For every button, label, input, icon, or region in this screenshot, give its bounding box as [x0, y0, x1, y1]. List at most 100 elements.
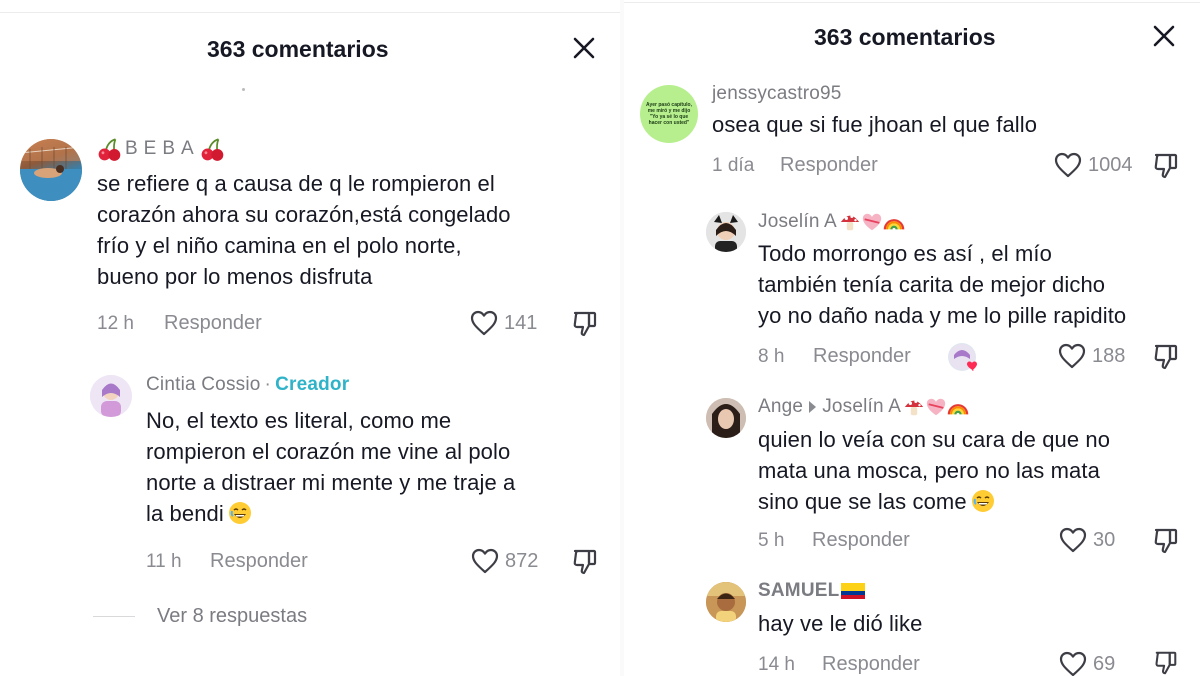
heart-icon: [1054, 152, 1082, 178]
comment-username[interactable]: jenssycastro95: [712, 83, 842, 105]
separator-dot: ·: [264, 374, 272, 395]
comment-line: también tenía carita de mejor dicho: [758, 272, 1106, 297]
comment-line: se refiere q a causa de q le rompieron e…: [97, 171, 495, 196]
comments-count-title: 363 comentarios: [207, 36, 389, 62]
comment-text: quien lo veía con su cara de que no mata…: [758, 424, 1188, 517]
reply-button[interactable]: Responder: [812, 529, 910, 552]
divider-line: [93, 616, 135, 617]
mushroom-icon: [839, 211, 861, 233]
like-count: 141: [504, 311, 538, 334]
dislike-icon[interactable]: [571, 548, 599, 576]
like-button[interactable]: 69: [1059, 651, 1115, 676]
heart-icon: [470, 310, 498, 336]
avatar-caption: Ayer pasó capítulo, me miró y me dijo "Y…: [646, 102, 692, 126]
view-replies-label: Ver 8 respuestas: [157, 605, 308, 627]
comment-time: 14 h: [758, 654, 795, 675]
comment-username[interactable]: SAMUEL: [758, 580, 865, 602]
username-text: SAMUEL: [758, 580, 840, 601]
rainbow-icon: [947, 396, 969, 418]
like-count: 1004: [1088, 153, 1133, 176]
close-icon[interactable]: [1150, 22, 1178, 50]
emoji-group: [903, 396, 969, 418]
comment-text: se refiere q a causa de q le rompieron e…: [97, 168, 607, 292]
comment-time: 8 h: [758, 346, 785, 367]
comment-line: No, el texto es literal, como me: [146, 408, 452, 433]
like-button[interactable]: 872: [471, 548, 538, 574]
dislike-icon[interactable]: [1152, 343, 1180, 371]
dislike-icon[interactable]: [1152, 650, 1180, 676]
reply-to-username: Joselín A: [822, 396, 902, 417]
comment-username[interactable]: BEBA: [97, 136, 226, 162]
like-count: 188: [1092, 344, 1126, 367]
reply-button[interactable]: Responder: [822, 653, 920, 676]
comment-text: No, el texto es literal, como me rompier…: [146, 405, 616, 529]
like-button[interactable]: 30: [1059, 527, 1115, 553]
comment-text: Todo morrongo es así , el mío también te…: [758, 238, 1188, 331]
comment-line: bueno por lo menos disfruta: [97, 264, 373, 289]
username-text: Cintia Cossio: [146, 374, 261, 395]
comments-panel-right: 363 comentarios Ayer pasó capítulo, me m…: [624, 0, 1200, 676]
emoji-group: [839, 211, 905, 233]
reply-button[interactable]: Responder: [813, 345, 911, 368]
comment-line: Todo morrongo es así , el mío: [758, 241, 1052, 266]
comment-text: hay ve le dió like: [758, 608, 1188, 639]
like-button[interactable]: 141: [470, 310, 537, 336]
creator-avatar-heart-icon: [949, 344, 977, 371]
avatar[interactable]: [20, 139, 82, 201]
comment-username[interactable]: Ange Joselín A: [758, 396, 969, 418]
comment-line: norte a distraer mi mente y me traje a: [146, 470, 516, 495]
comment-line: mata una mosca, pero no las mata: [758, 458, 1100, 483]
comment-line: hay ve le dió like: [758, 611, 923, 636]
laugh-emoji-icon: [971, 489, 995, 513]
comment-line: osea que si fue jhoan el que fallo: [712, 112, 1038, 137]
cherry-icon: [200, 136, 226, 162]
drag-indicator: [242, 88, 245, 91]
comment-text: osea que si fue jhoan el que fallo: [712, 109, 1182, 140]
comment-line: frío y el niño camina en el polo norte,: [97, 233, 462, 258]
dislike-icon[interactable]: [571, 310, 599, 338]
dislike-icon[interactable]: [1152, 152, 1180, 180]
username-text: Ange: [758, 396, 804, 417]
heart-icon: [1058, 343, 1086, 369]
creator-liked-badge: [948, 343, 977, 371]
mushroom-icon: [903, 396, 925, 418]
avatar[interactable]: Ayer pasó capítulo, me miró y me dijo "Y…: [640, 85, 698, 143]
cherry-icon: [97, 136, 123, 162]
like-button[interactable]: 188: [1058, 343, 1125, 369]
avatar[interactable]: [90, 375, 132, 417]
comment-username[interactable]: Joselín A: [758, 211, 905, 233]
reply-button[interactable]: Responder: [164, 312, 262, 335]
top-divider: [624, 2, 1200, 3]
comment-username[interactable]: Cintia Cossio · Creador: [146, 374, 349, 396]
rainbow-icon: [883, 211, 905, 233]
avatar[interactable]: [706, 398, 746, 438]
laugh-emoji-icon: [228, 501, 252, 525]
heart-ribbon-icon: [861, 211, 883, 233]
avatar[interactable]: [706, 582, 746, 622]
comment-line: corazón ahora su corazón,está congelado: [97, 202, 511, 227]
avatar[interactable]: [706, 212, 746, 252]
username-text: Joselín A: [758, 211, 837, 232]
comments-panel-left: 363 comentarios BEBA se refiere q a caus…: [0, 0, 620, 676]
heart-icon: [471, 548, 499, 574]
comment-line: yo no daño nada y me lo pille rapidito: [758, 303, 1127, 328]
colombia-flag-icon: [841, 583, 865, 599]
reply-button[interactable]: Responder: [210, 550, 308, 573]
close-icon[interactable]: [570, 34, 598, 62]
reply-arrow-icon: [809, 401, 817, 413]
reply-button[interactable]: Responder: [780, 154, 878, 177]
heart-icon: [1059, 527, 1087, 553]
heart-icon: [1059, 651, 1087, 676]
like-button[interactable]: 1004: [1054, 152, 1133, 178]
comment-time: 5 h: [758, 530, 785, 551]
comments-count-title: 363 comentarios: [814, 24, 996, 50]
top-divider: [0, 12, 620, 13]
username-text: BEBA: [125, 138, 200, 159]
like-count: 69: [1093, 652, 1116, 675]
dislike-icon[interactable]: [1152, 527, 1180, 555]
like-count: 30: [1093, 528, 1116, 551]
comment-line: la bendi: [146, 498, 616, 529]
view-replies-button[interactable]: Ver 8 respuestas: [93, 605, 307, 628]
heart-ribbon-icon: [925, 396, 947, 418]
creator-badge: Creador: [275, 374, 350, 395]
